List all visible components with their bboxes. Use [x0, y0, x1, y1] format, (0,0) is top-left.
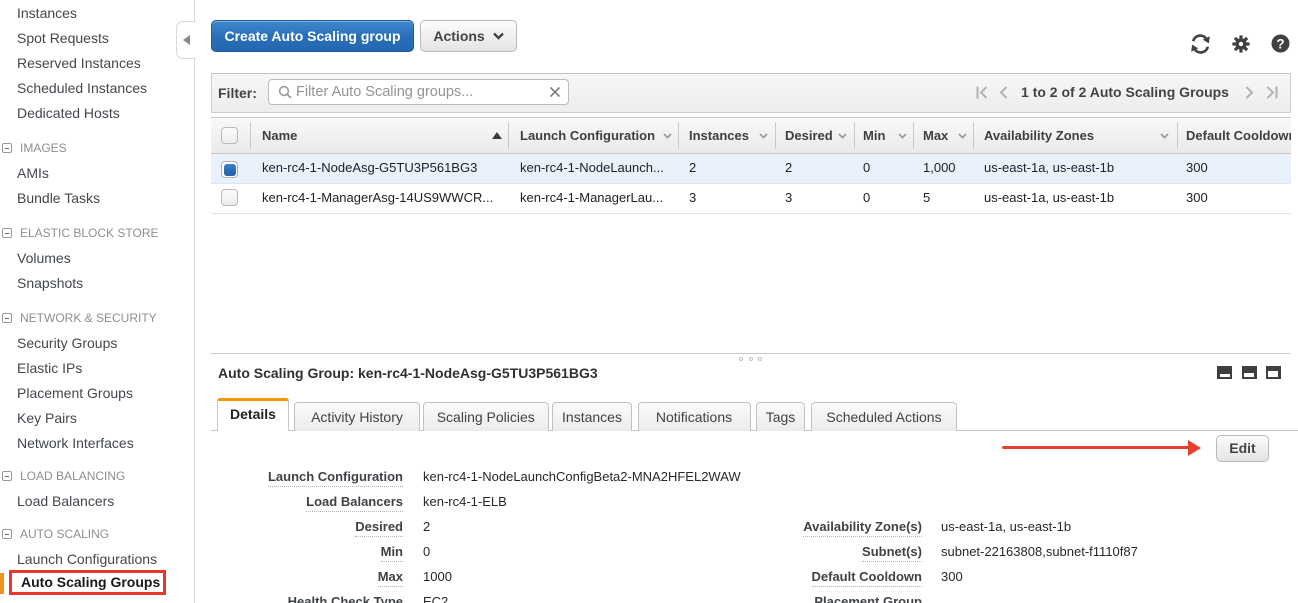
svg-text:?: ? — [1276, 36, 1284, 51]
